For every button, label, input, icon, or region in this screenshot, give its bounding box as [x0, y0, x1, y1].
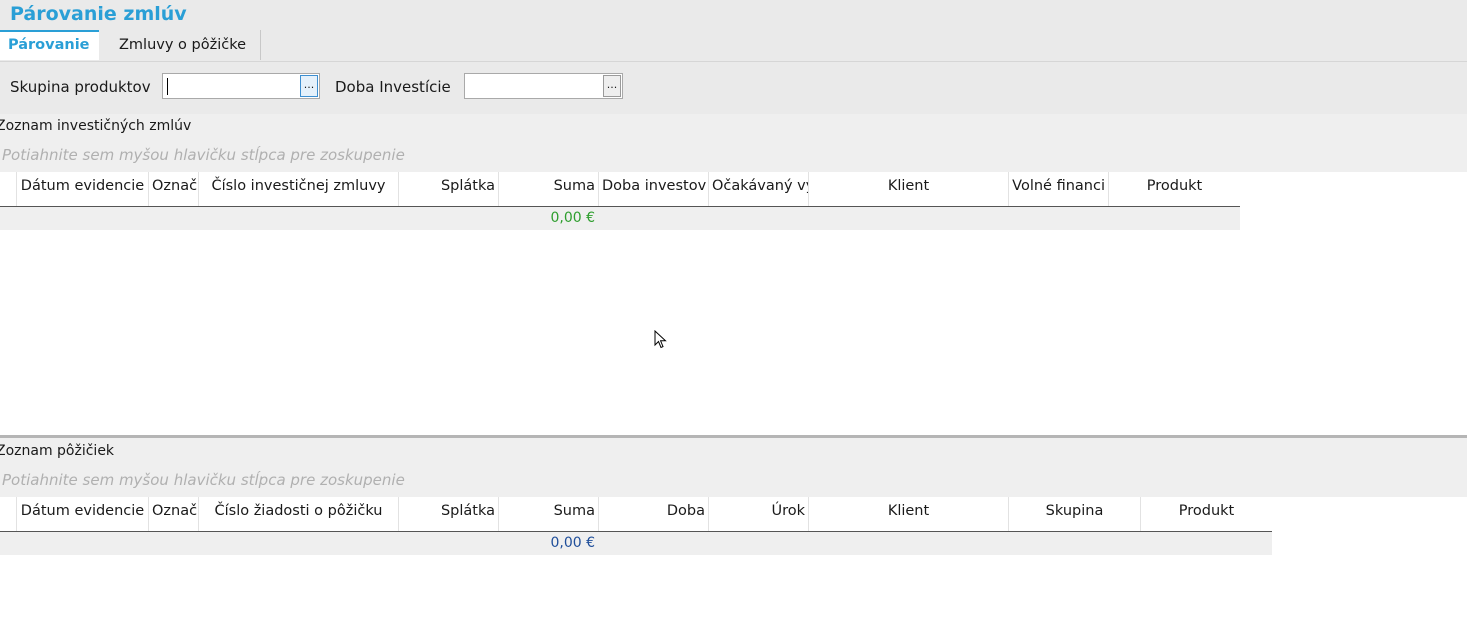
column-header[interactable]: Číslo žiadosti o pôžičku	[199, 497, 399, 531]
column-header[interactable]: Úrok	[709, 497, 809, 531]
column-header[interactable]: Očakávaný vý	[709, 172, 809, 206]
investment-grid-header: Dátum evidencie Označ Číslo investičnej …	[0, 172, 1240, 207]
row-indicator-column	[0, 497, 17, 531]
column-header[interactable]: Označ	[149, 497, 199, 531]
product-group-browse-button[interactable]: ...	[300, 75, 318, 97]
investment-list-title: Zoznam investičných zmlúv	[0, 118, 192, 134]
product-group-input[interactable]	[165, 76, 299, 96]
page-title: Párovanie zmlúv	[10, 3, 187, 25]
investment-sum-total: 0,00 €	[550, 210, 595, 226]
loan-group-panel[interactable]: Potiahnite sem myšou hlavičku stĺpca pre…	[2, 471, 405, 489]
loan-grid-footer: 0,00 €	[0, 532, 1272, 555]
investment-period-field[interactable]: ...	[464, 73, 623, 99]
tab-parovanie[interactable]: Párovanie	[0, 30, 99, 60]
investment-group-panel[interactable]: Potiahnite sem myšou hlavičku stĺpca pre…	[2, 146, 405, 164]
column-header[interactable]: Doba investov	[599, 172, 709, 206]
column-header[interactable]: Skupina	[1009, 497, 1141, 531]
column-header[interactable]: Volné financi	[1009, 172, 1109, 206]
investment-period-label: Doba Investície	[335, 78, 451, 96]
column-header[interactable]: Číslo investičnej zmluvy	[199, 172, 399, 206]
column-header[interactable]: Produkt	[1141, 497, 1272, 531]
column-header[interactable]: Suma	[499, 497, 599, 531]
tab-bar: Párovanie Zmluvy o pôžičke	[0, 30, 1467, 62]
column-header[interactable]: Doba	[599, 497, 709, 531]
loan-grid-header: Dátum evidencie Označ Číslo žiadosti o p…	[0, 497, 1272, 532]
column-header[interactable]: Suma	[499, 172, 599, 206]
text-caret	[167, 78, 168, 95]
investment-period-input[interactable]	[467, 76, 601, 96]
mouse-pointer-icon	[654, 330, 667, 349]
column-header[interactable]: Splátka	[399, 172, 499, 206]
loan-sum-total: 0,00 €	[550, 535, 595, 551]
column-header[interactable]: Označ	[149, 172, 199, 206]
tab-zmluvy-o-pozicke[interactable]: Zmluvy o pôžičke	[99, 30, 261, 60]
column-header[interactable]: Produkt	[1109, 172, 1240, 206]
row-indicator-column	[0, 172, 17, 206]
product-group-field[interactable]: ...	[162, 73, 320, 99]
investment-grid-footer: 0,00 €	[0, 207, 1240, 230]
column-header[interactable]: Klient	[809, 172, 1009, 206]
column-header[interactable]: Splátka	[399, 497, 499, 531]
column-header[interactable]: Dátum evidencie	[17, 497, 149, 531]
product-group-label: Skupina produktov	[10, 78, 151, 96]
column-header[interactable]: Dátum evidencie	[17, 172, 149, 206]
investment-period-browse-button[interactable]: ...	[603, 75, 621, 97]
loan-list-title: Zoznam pôžičiek	[0, 443, 115, 459]
column-header[interactable]: Klient	[809, 497, 1009, 531]
